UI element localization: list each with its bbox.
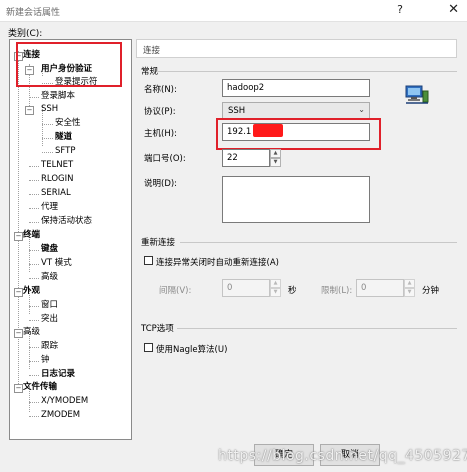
tree-item[interactable]: TELNET	[41, 159, 73, 172]
spin-up-icon[interactable]: ▲	[404, 279, 415, 288]
tree-collapse-toggle[interactable]: −	[25, 106, 34, 115]
limit-input[interactable]	[356, 279, 404, 297]
spin-down-icon[interactable]: ▼	[404, 288, 415, 297]
tree-item[interactable]: 隧道	[55, 131, 72, 144]
highlight-box-auth	[16, 42, 122, 87]
description-label: 说明(D):	[144, 179, 178, 189]
tree-item[interactable]: 登录脚本	[41, 90, 75, 103]
port-input[interactable]	[222, 149, 270, 167]
tree-branch-line	[29, 166, 39, 167]
tree-item[interactable]: 代理	[41, 201, 58, 214]
tree-item[interactable]: 窗口	[41, 299, 58, 312]
tree-item[interactable]: 外观	[23, 285, 40, 298]
tree-item[interactable]: 键盘	[41, 243, 58, 256]
network-computer-icon	[405, 85, 429, 104]
tree-item[interactable]: 终端	[23, 229, 40, 242]
interval-label: 间隔(V):	[159, 286, 192, 296]
title-bar: 新建会话属性 ? ✕	[0, 0, 467, 22]
tree-guide-line	[18, 51, 19, 392]
tree-item[interactable]: 高级	[23, 326, 40, 339]
tree-branch-line	[29, 375, 39, 376]
tree-collapse-toggle[interactable]: −	[14, 288, 23, 297]
spin-up-icon[interactable]: ▲	[270, 149, 281, 158]
name-label: 名称(N):	[144, 85, 177, 95]
tree-item[interactable]: 跟踪	[41, 340, 58, 353]
spin-down-icon[interactable]: ▼	[270, 158, 281, 167]
tree-branch-line	[42, 124, 53, 125]
watermark: https://blog.csdn.net/qq_45059279	[218, 448, 467, 464]
tree-item[interactable]: SSH	[41, 103, 58, 116]
reconnect-separator	[180, 242, 457, 243]
protocol-select[interactable]: SSH ⌄	[222, 102, 370, 119]
interval-unit: 秒	[288, 286, 297, 296]
auto-reconnect-checkbox[interactable]	[144, 256, 153, 265]
tree-branch-line	[42, 152, 53, 153]
highlight-box-host	[216, 118, 381, 150]
interval-spinner[interactable]: ▲ ▼	[270, 279, 281, 298]
auto-reconnect-label: 连接异常关闭时自动重新连接(A)	[156, 258, 279, 268]
interval-input[interactable]	[222, 279, 270, 297]
limit-unit: 分钟	[422, 286, 440, 296]
tree-branch-line	[29, 416, 39, 417]
tree-branch-line	[29, 278, 39, 279]
limit-label: 限制(L):	[321, 286, 353, 296]
tree-item[interactable]: X/YMODEM	[41, 395, 88, 408]
tree-item[interactable]: VT 模式	[41, 257, 72, 270]
panel-header-title: 连接	[143, 46, 161, 56]
tree-collapse-toggle[interactable]: −	[14, 232, 23, 241]
tree-item[interactable]: 钟	[41, 354, 50, 367]
tree-item[interactable]: ZMODEM	[41, 409, 80, 422]
port-label: 端口号(O):	[144, 154, 186, 164]
spin-up-icon[interactable]: ▲	[270, 279, 281, 288]
tree-item[interactable]: 文件传输	[23, 381, 57, 394]
window-title: 新建会话属性	[6, 8, 61, 18]
tree-branch-line	[29, 194, 39, 195]
tree-branch-line	[29, 347, 39, 348]
tree-collapse-toggle[interactable]: −	[14, 329, 23, 338]
tree-branch-line	[29, 97, 39, 98]
panel-header: 连接	[136, 39, 457, 58]
nagle-label: 使用Nagle算法(U)	[156, 345, 228, 355]
tree-item[interactable]: 日志记录	[41, 368, 75, 381]
description-textarea[interactable]	[222, 176, 370, 223]
protocol-value: SSH	[228, 106, 246, 116]
spin-down-icon[interactable]: ▼	[270, 288, 281, 297]
name-input[interactable]	[222, 79, 370, 97]
category-label: 类别(C):	[8, 29, 43, 39]
tree-branch-line	[29, 180, 39, 181]
help-icon[interactable]: ?	[397, 3, 403, 16]
tree-item[interactable]: 安全性	[55, 117, 81, 130]
tree-branch-line	[29, 306, 39, 307]
tree-item[interactable]: 高级	[41, 271, 58, 284]
tree-branch-line	[42, 138, 53, 139]
limit-spinner[interactable]: ▲ ▼	[404, 279, 415, 298]
tree-branch-line	[29, 250, 39, 251]
tree-branch-line	[29, 320, 39, 321]
chevron-down-icon: ⌄	[358, 105, 365, 114]
tree-branch-line	[29, 264, 39, 265]
tree-branch-line	[29, 222, 39, 223]
tree-item[interactable]: SERIAL	[41, 187, 71, 200]
reconnect-section-title: 重新连接	[141, 238, 176, 248]
tcp-section-title: TCP选项	[141, 324, 174, 334]
category-tree[interactable]: − 连接 − 用户身份验证 登录提示符 登录脚本 − SSH 安全性 隧道 SFTP TELNET RL…	[9, 39, 132, 440]
tree-branch-line	[29, 361, 39, 362]
tree-item[interactable]: 突出	[41, 313, 58, 326]
tree-item[interactable]: 保持活动状态	[41, 215, 92, 228]
nagle-checkbox[interactable]	[144, 343, 153, 352]
tree-item[interactable]: RLOGIN	[41, 173, 73, 186]
protocol-label: 协议(P):	[144, 107, 176, 117]
port-spinner[interactable]: ▲ ▼	[270, 149, 281, 168]
tcp-separator	[177, 328, 457, 329]
tree-branch-line	[29, 208, 39, 209]
general-separator	[158, 71, 457, 72]
tree-item[interactable]: SFTP	[55, 145, 75, 158]
tree-collapse-toggle[interactable]: −	[14, 384, 23, 393]
close-icon[interactable]: ✕	[448, 2, 459, 17]
host-label: 主机(H):	[144, 129, 177, 139]
general-section-title: 常规	[141, 67, 159, 77]
tree-branch-line	[29, 402, 39, 403]
